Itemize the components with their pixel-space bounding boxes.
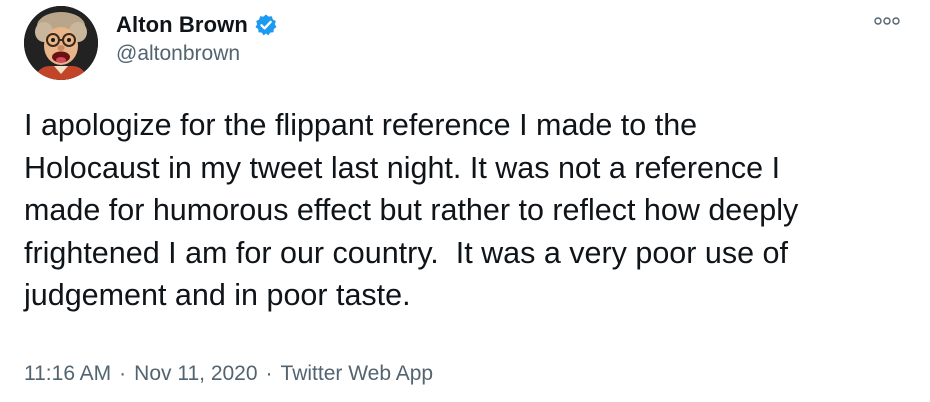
author-display-name[interactable]: Alton Brown xyxy=(116,12,248,38)
tweet-text: I apologize for the flippant reference I… xyxy=(24,108,799,312)
meta-separator: · xyxy=(265,362,273,385)
puppet-avatar-icon xyxy=(24,6,98,80)
avatar[interactable] xyxy=(24,6,98,80)
author-name-row[interactable]: Alton Brown xyxy=(116,10,278,40)
verified-badge-icon xyxy=(254,13,278,37)
tweet-date[interactable]: Nov 11, 2020 xyxy=(134,362,257,386)
more-options-button[interactable] xyxy=(872,10,902,32)
author-handle[interactable]: @altonbrown xyxy=(116,42,240,66)
tweet-metadata: 11:16 AM · Nov 11, 2020 · Twitter Web Ap… xyxy=(24,362,433,386)
tweet-card: Alton Brown @altonbrown I apologize for … xyxy=(0,0,930,402)
tweet-source[interactable]: Twitter Web App xyxy=(281,362,434,386)
tweet-time[interactable]: 11:16 AM xyxy=(24,362,111,386)
meta-separator: · xyxy=(119,362,127,385)
more-options-icon xyxy=(874,17,900,25)
